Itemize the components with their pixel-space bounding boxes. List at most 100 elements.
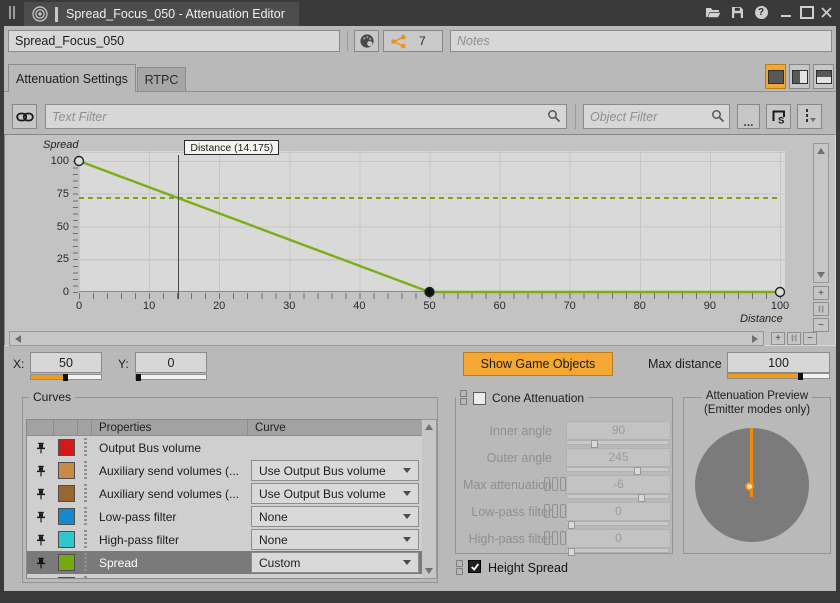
row-grip[interactable]: [78, 507, 92, 526]
curve-color-cell[interactable]: [54, 462, 78, 479]
row-grip[interactable]: [78, 530, 92, 549]
more-options-button[interactable]: ...: [737, 104, 760, 129]
curve-color-cell[interactable]: [54, 439, 78, 456]
scroll-up-arrow[interactable]: [817, 148, 825, 154]
curve-type-dropdown[interactable]: Use Output Bus volume: [251, 460, 419, 481]
curve-type-dropdown[interactable]: Custom: [251, 552, 419, 573]
curve-color-swatch[interactable]: [58, 485, 75, 502]
scroll-up-arrow[interactable]: [425, 424, 433, 430]
slider-marker[interactable]: [638, 494, 645, 502]
scroll-down-arrow[interactable]: [425, 568, 433, 574]
max-distance-slider[interactable]: [727, 373, 830, 379]
pin-icon[interactable]: [27, 488, 54, 500]
slider-marker[interactable]: [136, 374, 141, 381]
curve-color-swatch[interactable]: [58, 531, 75, 548]
sharesets-button[interactable]: 7: [383, 30, 443, 52]
cursor-line[interactable]: [178, 155, 179, 299]
scroll-left-arrow[interactable]: [15, 335, 21, 343]
zoom-fit-horizontal-button[interactable]: |:|: [787, 332, 801, 345]
layout-horizontal-split-button[interactable]: [813, 64, 834, 89]
object-name-input[interactable]: [8, 30, 340, 52]
color-palette-button[interactable]: [354, 30, 379, 52]
curve-color-swatch[interactable]: [58, 577, 75, 579]
curve-anchor-point[interactable]: [75, 157, 84, 166]
curve-row-low-pass-filter[interactable]: Low-pass filter None: [27, 505, 422, 528]
show-game-objects-button[interactable]: Show Game Objects: [463, 352, 613, 376]
curve-type-dropdown[interactable]: None: [251, 529, 419, 550]
zoom-in-vertical-button[interactable]: +: [813, 286, 829, 300]
rtpc-link-widget[interactable]: [544, 477, 566, 491]
curve-row-aux-send-2[interactable]: Auxiliary send volumes (... Use Output B…: [27, 482, 422, 505]
window-title-tab[interactable]: Spread_Focus_050 - Attenuation Editor: [24, 2, 299, 26]
pin-icon[interactable]: [27, 442, 54, 454]
curve-color-cell[interactable]: [54, 531, 78, 548]
attenuation-curve[interactable]: [79, 161, 780, 292]
dock-grip-icon[interactable]: [9, 6, 17, 22]
cone-low-pass-slider[interactable]: [566, 521, 669, 526]
curve-color-swatch[interactable]: [58, 554, 75, 571]
row-grip[interactable]: [78, 461, 92, 480]
row-grip[interactable]: [78, 438, 92, 457]
scroll-right-arrow[interactable]: [752, 335, 758, 343]
menu-button[interactable]: [797, 104, 822, 129]
pin-icon[interactable]: [27, 465, 54, 477]
rtpc-link-widget[interactable]: [456, 560, 463, 576]
x-coordinate-input[interactable]: [30, 352, 102, 373]
zoom-fit-vertical-button[interactable]: |:|: [813, 302, 829, 316]
cone-attenuation-checkbox[interactable]: [473, 392, 486, 405]
curve-color-swatch[interactable]: [58, 439, 75, 456]
outer-angle-slider[interactable]: [566, 467, 669, 472]
curve-color-cell[interactable]: [54, 577, 78, 579]
curve-row-partial[interactable]: [27, 574, 422, 579]
row-grip[interactable]: [78, 553, 92, 572]
curves-table-scrollbar[interactable]: [422, 419, 437, 579]
row-grip[interactable]: [78, 484, 92, 503]
maximize-icon[interactable]: [798, 4, 816, 21]
cone-high-pass-field[interactable]: 0: [566, 529, 671, 548]
graph-horizontal-scrollbar[interactable]: [9, 331, 764, 346]
close-icon[interactable]: [817, 4, 835, 21]
tab-attenuation-settings[interactable]: Attenuation Settings: [8, 64, 136, 92]
curve-type-dropdown[interactable]: Use Output Bus volume: [251, 483, 419, 504]
layout-single-pane-button[interactable]: [765, 64, 786, 89]
zoom-in-horizontal-button[interactable]: +: [771, 332, 785, 345]
pin-icon[interactable]: [27, 557, 54, 569]
y-coordinate-input[interactable]: [135, 352, 207, 373]
scroll-down-arrow[interactable]: [817, 272, 825, 278]
slider-marker[interactable]: [63, 374, 68, 381]
text-filter-input[interactable]: [45, 104, 567, 129]
help-icon[interactable]: ?: [752, 4, 770, 21]
slider-marker[interactable]: [568, 521, 575, 529]
curve-type-dropdown[interactable]: None: [251, 506, 419, 527]
curve-anchor-point[interactable]: [776, 288, 785, 297]
zoom-out-vertical-button[interactable]: −: [813, 318, 829, 332]
curve-row-aux-send-1[interactable]: Auxiliary send volumes (... Use Output B…: [27, 459, 422, 482]
curve-anchor-point[interactable]: [425, 288, 434, 297]
curve-color-swatch[interactable]: [58, 462, 75, 479]
curve-color-cell[interactable]: [54, 485, 78, 502]
curve-row-output-bus-volume[interactable]: Output Bus volume: [27, 436, 422, 459]
open-icon[interactable]: [704, 4, 722, 21]
inner-angle-slider[interactable]: [566, 440, 669, 445]
curve-row-spread[interactable]: Spread Custom: [27, 551, 422, 574]
curve-color-cell[interactable]: [54, 554, 78, 571]
rtpc-link-widget[interactable]: [544, 531, 566, 545]
selection-channel-button[interactable]: S: [766, 104, 791, 129]
height-spread-checkbox[interactable]: [468, 560, 481, 573]
tab-rtpc[interactable]: RTPC: [137, 67, 186, 91]
max-attenuation-slider[interactable]: [566, 494, 669, 499]
rtpc-link-widget[interactable]: [544, 504, 566, 518]
x-coordinate-slider[interactable]: [30, 374, 102, 380]
layout-vertical-split-button[interactable]: [789, 64, 810, 89]
graph-vertical-scrollbar[interactable]: [813, 143, 829, 283]
pin-icon[interactable]: [27, 511, 54, 523]
save-icon[interactable]: [728, 4, 746, 21]
max-attenuation-field[interactable]: -6: [566, 475, 671, 494]
object-filter-input[interactable]: [583, 104, 730, 129]
cone-high-pass-slider[interactable]: [566, 548, 669, 553]
curve-color-cell[interactable]: [54, 508, 78, 525]
minimize-icon[interactable]: [777, 4, 795, 21]
row-grip[interactable]: [78, 576, 92, 579]
cone-low-pass-field[interactable]: 0: [566, 502, 671, 521]
slider-marker[interactable]: [634, 467, 641, 475]
